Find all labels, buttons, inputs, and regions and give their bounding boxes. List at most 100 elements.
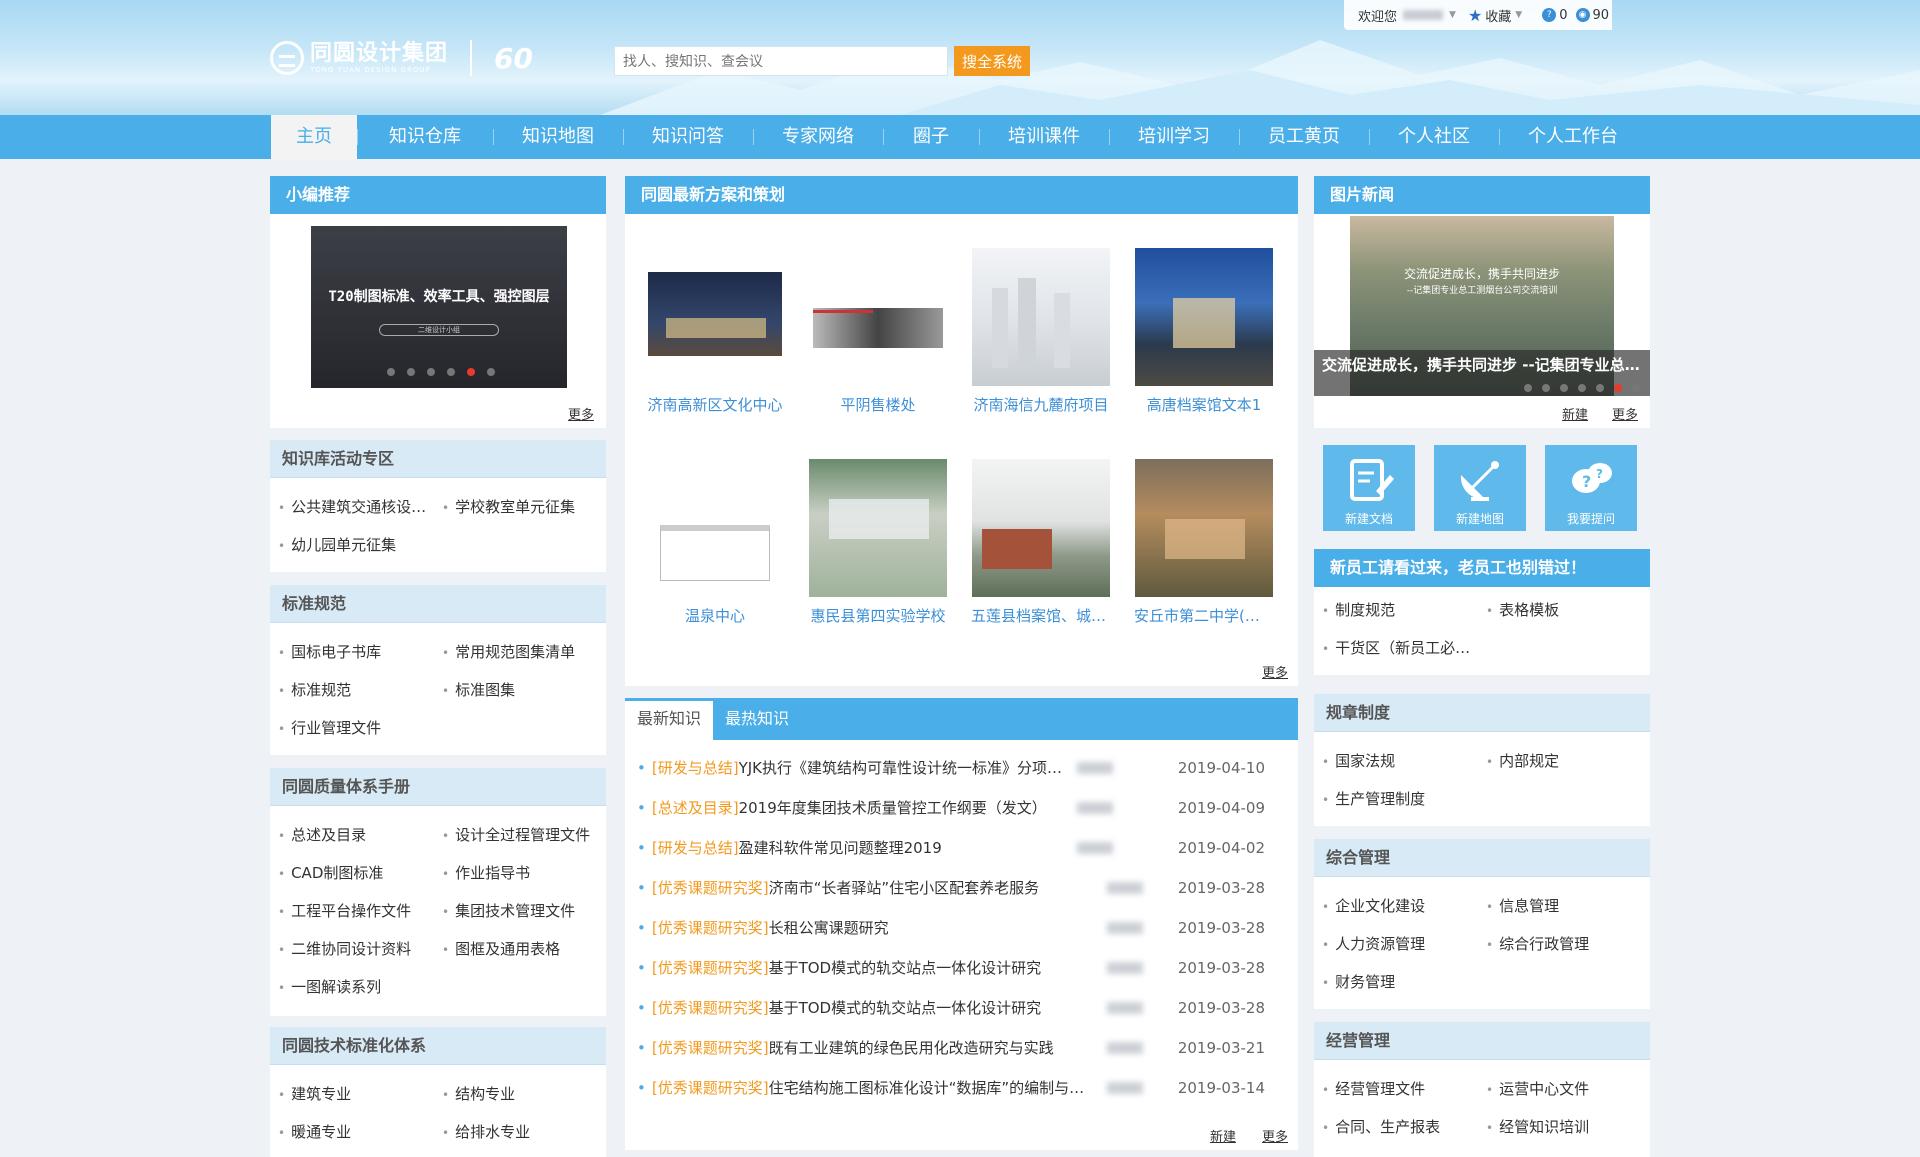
list-item[interactable]: • 信息管理	[1486, 887, 1650, 925]
project-thumbnail[interactable]	[646, 459, 784, 597]
list-item[interactable]: • 干货区（新员工必读）	[1322, 629, 1486, 667]
project-thumbnail[interactable]	[972, 248, 1110, 386]
view-count[interactable]: 90	[1593, 8, 1610, 23]
list-item[interactable]: • 建筑专业	[278, 1075, 442, 1113]
list-item[interactable]: • 表格模板	[1486, 591, 1650, 629]
list-item[interactable]: • 人力资源管理	[1322, 925, 1486, 963]
photo-more-link[interactable]: 更多	[1612, 404, 1638, 423]
list-item[interactable]: • 集团技术管理文件	[442, 892, 606, 930]
list-item[interactable]: • 合同、生产报表	[1322, 1108, 1486, 1146]
photo-dots[interactable]	[1524, 384, 1640, 392]
eye-icon: ◉	[1575, 8, 1590, 22]
nav-home[interactable]: 主页	[271, 115, 357, 159]
project-card[interactable]: 温泉中心	[645, 459, 785, 626]
list-item[interactable]: • 幼儿园单元征集	[278, 526, 442, 564]
list-item[interactable]: • 一图解读系列	[278, 968, 442, 1006]
username-blurred[interactable]	[1403, 10, 1444, 20]
general-management-title: 综合管理	[1314, 839, 1650, 877]
project-card[interactable]: 高唐档案馆文本1	[1134, 248, 1274, 415]
nav-expert-network[interactable]: 专家网络	[753, 115, 883, 159]
tab-latest[interactable]: 最新知识	[625, 698, 714, 740]
project-card[interactable]: 济南高新区文化中心	[645, 248, 785, 415]
list-item[interactable]: • 作业指导书	[442, 854, 606, 892]
list-item[interactable]: • 综合行政管理	[1486, 925, 1650, 963]
list-item[interactable]: • 公共建筑交通核设计征集	[278, 488, 442, 526]
list-item[interactable]: • 结构专业	[442, 1075, 606, 1113]
project-thumbnail[interactable]	[972, 459, 1110, 597]
project-thumbnail[interactable]	[1135, 248, 1273, 386]
nav-training-study[interactable]: 培训学习	[1109, 115, 1239, 159]
list-item[interactable]: • 内部规定	[1486, 742, 1650, 780]
list-item[interactable]: • 经管知识培训	[1486, 1108, 1650, 1146]
list-item[interactable]: • 设计全过程管理文件	[442, 816, 606, 854]
nav-staff-directory[interactable]: 员工黄页	[1239, 115, 1369, 159]
list-item[interactable]: • 二维协同设计资料	[278, 930, 442, 968]
project-card[interactable]: 平阴售楼处	[808, 248, 948, 415]
chevron-down-icon[interactable]: ▼	[1449, 10, 1456, 20]
question-count[interactable]: 0	[1559, 8, 1567, 23]
list-item[interactable]: • 经营管理文件	[1322, 1070, 1486, 1108]
list-item[interactable]: • 财务管理	[1322, 963, 1486, 1001]
project-card[interactable]: 惠民县第四实验学校	[808, 459, 948, 626]
search-button[interactable]: 搜全系统	[954, 46, 1030, 76]
news-row[interactable]: • [优秀课题研究奖] 基于TOD模式的轨交站点一体化设计研究 2019-03-28	[637, 948, 1273, 988]
new-map-button[interactable]: 新建地图	[1434, 445, 1526, 531]
news-row[interactable]: • [总述及目录] 2019年度集团技术质量管控工作纲要（发文） 2019-04-09	[637, 788, 1273, 828]
news-row[interactable]: • [优秀课题研究奖] 住宅结构施工图标准化设计“数据库”的编制与应用 2019-03…	[637, 1068, 1273, 1108]
news-row[interactable]: •[研发与总结]YJK执行《建筑结构可靠性设计统一标准》分项系数调整说明2019…	[637, 748, 1273, 788]
project-card[interactable]: 安丘市第二中学(新校区)	[1134, 459, 1274, 626]
favorites-chevron-icon[interactable]: ▼	[1515, 10, 1522, 20]
news-row[interactable]: • [研发与总结] 盈建科软件常见问题整理2019 2019-04-02	[637, 828, 1273, 868]
business-management-title: 经营管理	[1314, 1022, 1650, 1060]
favorites-link[interactable]: 收藏	[1485, 6, 1511, 25]
photo-new-link[interactable]: 新建	[1562, 404, 1588, 423]
search-input[interactable]	[614, 46, 948, 76]
editor-pick-more-link[interactable]: 更多	[568, 404, 594, 423]
project-thumbnail[interactable]	[1135, 459, 1273, 597]
news-row[interactable]: • [优秀课题研究奖] 既有工业建筑的绿色民用化改造研究与实践 2019-03-21	[637, 1028, 1273, 1068]
list-item[interactable]: • 标准规范	[278, 671, 442, 709]
new-staff-banner[interactable]: 新员工请看过来，老员工也别错过！	[1314, 549, 1650, 587]
banner-dots[interactable]	[387, 368, 495, 376]
list-item[interactable]: • CAD制图标准	[278, 854, 442, 892]
list-item[interactable]: • 总述及目录	[278, 816, 442, 854]
project-thumbnail[interactable]	[646, 248, 784, 386]
news-row[interactable]: • [优秀课题研究奖] 长租公寓课题研究 2019-03-28	[637, 908, 1273, 948]
tab-hottest[interactable]: 最热知识	[713, 698, 801, 740]
list-item[interactable]: • 企业文化建设	[1322, 887, 1486, 925]
list-item[interactable]: • 国标电子书库	[278, 633, 442, 671]
project-thumbnail[interactable]	[809, 459, 947, 597]
list-item[interactable]: • 国家法规	[1322, 742, 1486, 780]
list-item[interactable]: • 常用规范图集清单	[442, 633, 606, 671]
new-document-button[interactable]: 新建文档	[1323, 445, 1415, 531]
list-item[interactable]: • 给排水专业	[442, 1113, 606, 1151]
list-item[interactable]: • 运营中心文件	[1486, 1070, 1650, 1108]
ask-question-button[interactable]: ? ? 我要提问	[1545, 445, 1637, 531]
news-more-link[interactable]: 更多	[1262, 1126, 1288, 1145]
list-item[interactable]: • 生产管理制度	[1322, 780, 1486, 818]
nav-training-courseware[interactable]: 培训课件	[979, 115, 1109, 159]
list-item[interactable]: • 标准图集	[442, 671, 606, 709]
photo-caption-bar[interactable]: 交流促进成长，携手共同进步 --记集团专业总工测赛	[1314, 350, 1650, 396]
news-row[interactable]: • [优秀课题研究奖] 济南市“长者驿站”住宅小区配套养老服务 2019-03-28	[637, 868, 1273, 908]
project-card[interactable]: 五莲县档案馆、城建档案馆	[971, 459, 1111, 626]
nav-personal-workspace[interactable]: 个人工作台	[1499, 115, 1647, 159]
editor-pick-banner[interactable]: T20制图标准、效率工具、强控图层 二维设计小组	[311, 226, 567, 388]
nav-personal-community[interactable]: 个人社区	[1369, 115, 1499, 159]
company-logo[interactable]: 同圆设计集团 TONG YUAN DESIGN GROUP 60	[270, 40, 533, 76]
news-row[interactable]: • [优秀课题研究奖] 基于TOD模式的轨交站点一体化设计研究 2019-03-28	[637, 988, 1273, 1028]
nav-circles[interactable]: 圈子	[883, 115, 979, 159]
nav-knowledge-qa[interactable]: 知识问答	[623, 115, 753, 159]
projects-more-link[interactable]: 更多	[1262, 662, 1288, 681]
news-new-link[interactable]: 新建	[1210, 1126, 1236, 1145]
nav-knowledge-repo[interactable]: 知识仓库	[357, 115, 493, 159]
nav-knowledge-map[interactable]: 知识地图	[493, 115, 623, 159]
list-item[interactable]: • 暖通专业	[278, 1113, 442, 1151]
list-item[interactable]: • 制度规范	[1322, 591, 1486, 629]
list-item[interactable]: • 工程平台操作文件	[278, 892, 442, 930]
project-thumbnail[interactable]	[809, 248, 947, 386]
list-item[interactable]: • 学校教室单元征集	[442, 488, 606, 526]
list-item[interactable]: • 图框及通用表格	[442, 930, 606, 968]
list-item[interactable]: • 行业管理文件	[278, 709, 442, 747]
project-card[interactable]: 济南海信九麓府项目	[971, 248, 1111, 415]
